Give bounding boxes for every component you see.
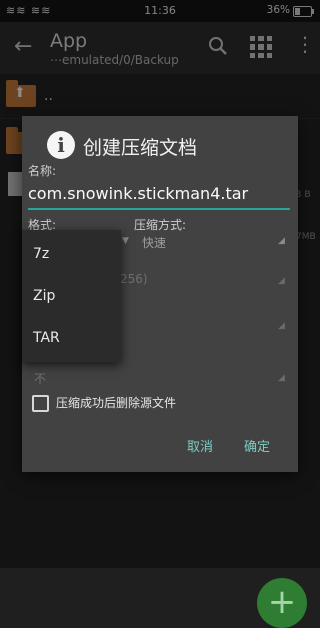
faded-option-value: 256) (120, 272, 148, 286)
format-option-tar[interactable]: TAR (33, 330, 60, 346)
cancel-button[interactable]: 取消 (187, 436, 213, 455)
dropdown-caret-icon: ◢ (278, 373, 285, 383)
format-option-7z[interactable]: 7z (33, 246, 49, 262)
compression-method-label: 压缩方式: (134, 218, 187, 232)
dropdown-caret-icon: ◢ (278, 321, 285, 331)
name-label: 名称: (28, 164, 57, 178)
format-option-zip[interactable]: Zip (33, 288, 55, 304)
delete-source-label: 压缩成功后删除源文件 (56, 396, 177, 410)
faded-select-value: 不 (34, 372, 47, 386)
info-icon: i (47, 131, 75, 159)
add-fab-button[interactable]: + (257, 578, 307, 628)
dropdown-caret-icon: ◢ (278, 276, 285, 286)
delete-source-checkbox[interactable] (32, 395, 49, 412)
compression-method-select[interactable]: 快速 (142, 234, 166, 251)
archive-name-value: com.snowink.stickman4.tar (28, 184, 249, 203)
input-underline (28, 208, 290, 210)
format-dropdown-menu: 7z Zip TAR (22, 230, 121, 362)
format-dropdown-caret-icon[interactable]: ▼ (122, 236, 129, 246)
archive-name-input[interactable]: com.snowink.stickman4.tar (28, 180, 290, 210)
dialog-title: 创建压缩文档 (83, 137, 198, 159)
ok-button[interactable]: 确定 (244, 436, 270, 455)
method-dropdown-caret-icon[interactable]: ◢ (278, 236, 285, 246)
